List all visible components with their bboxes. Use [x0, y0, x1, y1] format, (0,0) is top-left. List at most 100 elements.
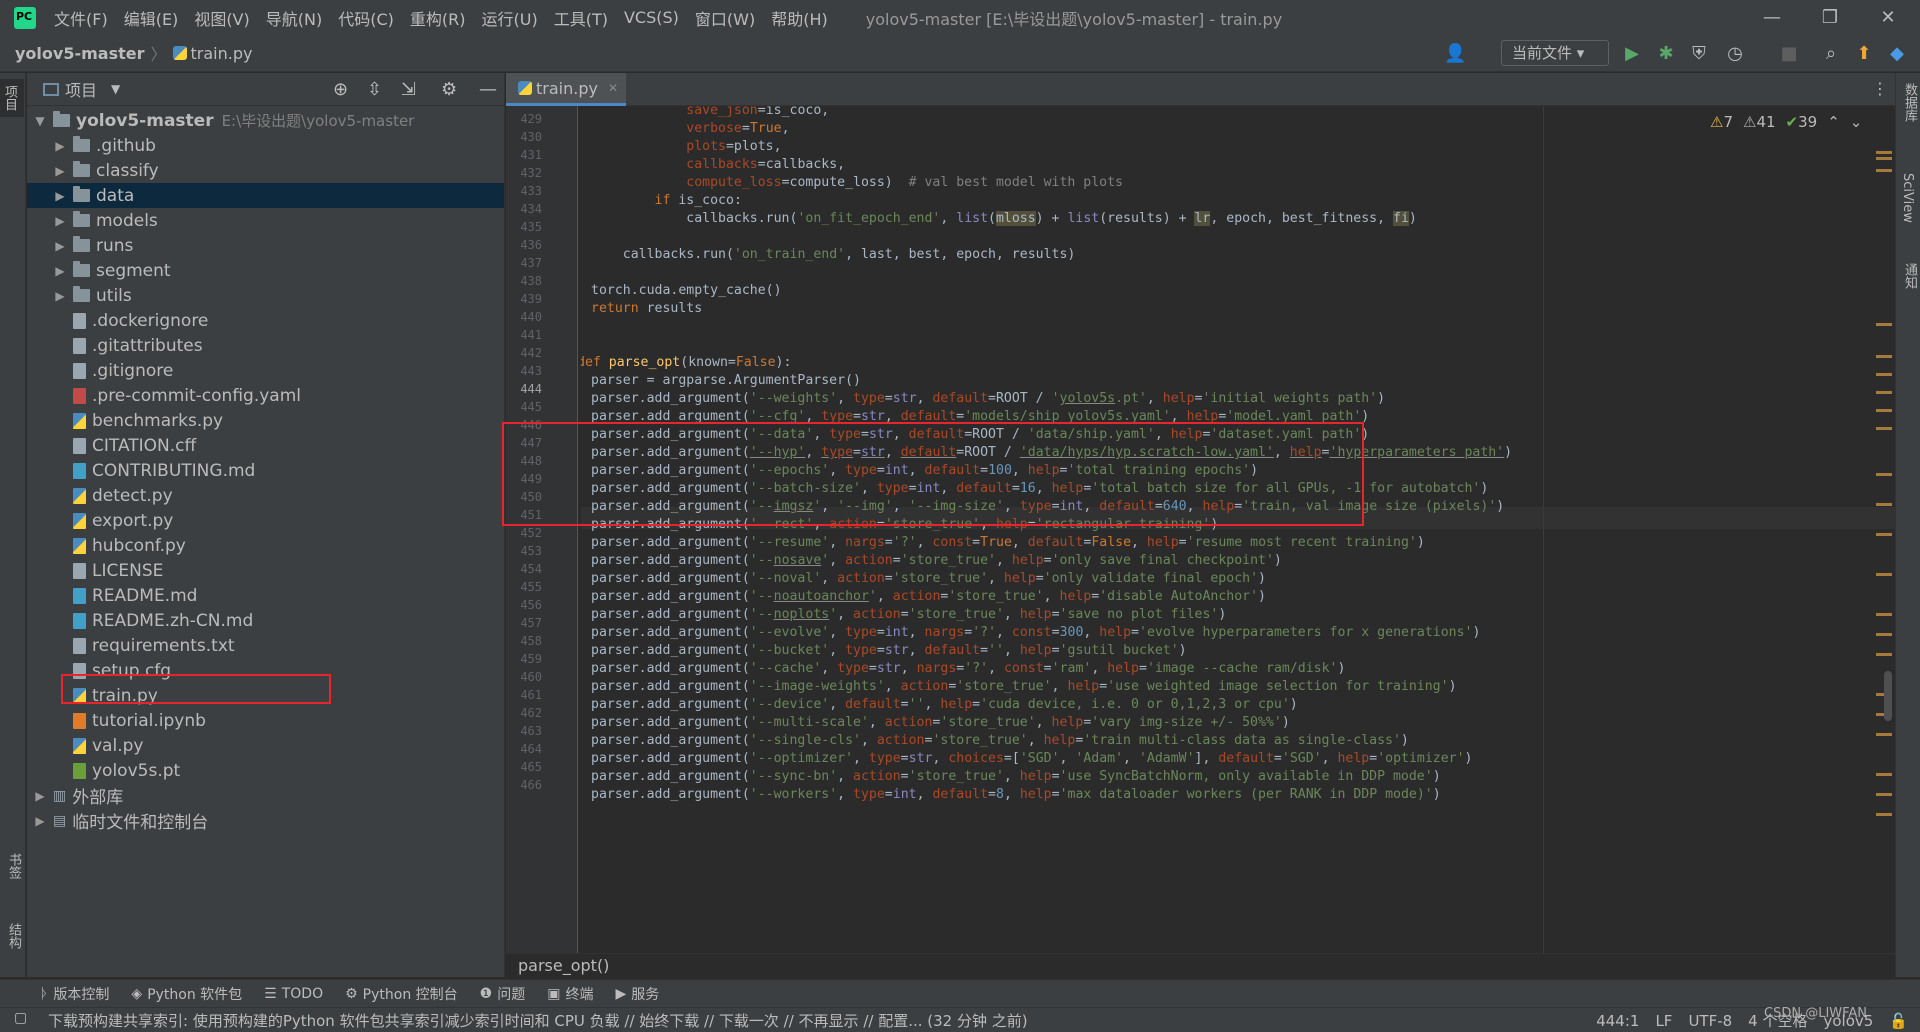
- stop-icon[interactable]: ■: [1778, 43, 1800, 65]
- tree-item[interactable]: ▶ runs: [27, 233, 504, 258]
- chevron-right-icon[interactable]: ▶: [53, 164, 67, 178]
- tree-item[interactable]: ▶ models: [27, 208, 504, 233]
- tool-window-problems[interactable]: ❶ 问题: [480, 984, 526, 1004]
- gear-icon[interactable]: ⚙: [441, 79, 457, 100]
- tab-train-py[interactable]: train.py ✕: [506, 73, 626, 106]
- maximize-button[interactable]: ❐: [1802, 0, 1858, 35]
- structure-tool-button[interactable]: 结构: [4, 923, 23, 949]
- tool-window-terminal[interactable]: ▣ 终端: [547, 984, 593, 1004]
- tree-item[interactable]: .dockerignore: [27, 308, 504, 333]
- menu-refactor[interactable]: 重构(R): [410, 6, 466, 30]
- expand-all-icon[interactable]: ⇳: [367, 79, 382, 100]
- collapse-all-icon[interactable]: ⇲: [401, 79, 416, 100]
- menu-view[interactable]: 视图(V): [194, 6, 249, 30]
- file-encoding[interactable]: UTF-8: [1688, 1012, 1732, 1030]
- more-vertical-icon[interactable]: ⋮: [1872, 79, 1888, 98]
- chevron-down-icon[interactable]: ▼: [111, 82, 120, 96]
- vertical-scrollbar-thumb[interactable]: [1884, 671, 1892, 721]
- debug-icon[interactable]: ✱: [1655, 43, 1677, 65]
- status-message[interactable]: 下载预构建共享索引: 使用预构建的Python 软件包共享索引减少索引时间和 C…: [48, 1010, 1088, 1031]
- menu-vcs[interactable]: VCS(S): [624, 8, 679, 27]
- chevron-down-icon[interactable]: ⌄: [1850, 113, 1863, 131]
- menu-file[interactable]: 文件(F): [54, 6, 108, 30]
- toggle-tool-windows-icon[interactable]: ▢: [14, 1010, 27, 1026]
- tree-item[interactable]: requirements.txt: [27, 633, 504, 658]
- tool-window-todo[interactable]: ☰ TODO: [264, 986, 323, 1002]
- chevron-right-icon[interactable]: ▶: [53, 239, 67, 253]
- tree-item[interactable]: .gitattributes: [27, 333, 504, 358]
- inspection-widget[interactable]: ⚠7 ⚠41 ✔39 ⌃ ⌄: [1710, 113, 1862, 131]
- warnings-count[interactable]: ⚠7: [1710, 113, 1733, 131]
- tree-item[interactable]: benchmarks.py: [27, 408, 504, 433]
- notifications-tool-button[interactable]: 通知: [1900, 263, 1919, 289]
- chevron-up-icon[interactable]: ⌃: [1827, 113, 1840, 131]
- tree-scratches[interactable]: ▶ ▤ 临时文件和控制台: [27, 808, 504, 834]
- weak-warnings-count[interactable]: ⚠41: [1743, 113, 1776, 131]
- locate-file-icon[interactable]: ⊕: [333, 79, 348, 100]
- tree-item[interactable]: CONTRIBUTING.md: [27, 458, 504, 483]
- caret-position[interactable]: 444:1: [1596, 1012, 1639, 1030]
- coverage-icon[interactable]: ⛨: [1688, 43, 1710, 65]
- tree-item[interactable]: detect.py: [27, 483, 504, 508]
- search-icon[interactable]: ⌕: [1820, 43, 1842, 65]
- menu-help[interactable]: 帮助(H): [771, 6, 828, 30]
- tool-window-python-packages[interactable]: ◈ Python 软件包: [131, 984, 242, 1004]
- tree-item[interactable]: CITATION.cff: [27, 433, 504, 458]
- run-icon[interactable]: ▶: [1621, 43, 1643, 65]
- tree-item[interactable]: export.py: [27, 508, 504, 533]
- editor-breadcrumb[interactable]: parse_opt(): [506, 953, 1895, 979]
- line-separator[interactable]: LF: [1655, 1012, 1672, 1030]
- menu-tools[interactable]: 工具(T): [554, 6, 608, 30]
- profile-icon[interactable]: ◷: [1724, 43, 1746, 65]
- code-area[interactable]: save_json=is_coco, verbose=True, plots=p…: [581, 106, 1881, 954]
- run-configuration-select[interactable]: 当前文件 ▾: [1501, 40, 1609, 66]
- tree-item[interactable]: ▶ classify: [27, 158, 504, 183]
- tree-item[interactable]: hubconf.py: [27, 533, 504, 558]
- tree-item[interactable]: README.md: [27, 583, 504, 608]
- tree-item[interactable]: val.py: [27, 733, 504, 758]
- hide-panel-icon[interactable]: —: [479, 79, 497, 100]
- project-panel-title[interactable]: 项目: [65, 77, 97, 101]
- menu-edit[interactable]: 编辑(E): [124, 6, 179, 30]
- menu-window[interactable]: 窗口(W): [695, 6, 755, 30]
- project-tool-button[interactable]: 项目: [0, 79, 24, 117]
- tool-window-vcs[interactable]: ᚦ 版本控制: [40, 984, 109, 1004]
- chevron-right-icon[interactable]: ▶: [53, 139, 67, 153]
- chevron-right-icon[interactable]: ▶: [53, 289, 67, 303]
- menu-code[interactable]: 代码(C): [338, 6, 394, 30]
- close-button[interactable]: ✕: [1860, 0, 1916, 35]
- bookmarks-tool-button[interactable]: 书签: [4, 853, 23, 879]
- jetbrains-icon[interactable]: ◆: [1886, 43, 1908, 65]
- chevron-down-icon[interactable]: ▼: [33, 114, 47, 128]
- tree-item[interactable]: tutorial.ipynb: [27, 708, 504, 733]
- update-icon[interactable]: ⬆: [1853, 43, 1875, 65]
- close-icon[interactable]: ✕: [608, 81, 618, 95]
- chevron-right-icon[interactable]: ▶: [53, 214, 67, 228]
- tool-window-services[interactable]: ▶ 服务: [615, 984, 659, 1004]
- user-icon[interactable]: 👤: [1444, 43, 1466, 65]
- lock-icon[interactable]: 🔓: [1889, 1012, 1908, 1030]
- tree-root[interactable]: ▼ yolov5-master E:\毕设出题\yolov5-master: [27, 108, 504, 133]
- chevron-right-icon[interactable]: ▶: [53, 264, 67, 278]
- menu-run[interactable]: 运行(U): [482, 6, 538, 30]
- typos-count[interactable]: ✔39: [1786, 113, 1818, 131]
- chevron-right-icon[interactable]: ▶: [33, 789, 47, 803]
- tree-item[interactable]: yolov5s.pt: [27, 758, 504, 783]
- minimize-button[interactable]: —: [1744, 0, 1800, 35]
- tree-item[interactable]: LICENSE: [27, 558, 504, 583]
- breadcrumb-file[interactable]: train.py: [172, 44, 252, 63]
- tool-window-python-console[interactable]: ⚙ Python 控制台: [345, 984, 458, 1004]
- tree-item[interactable]: ▶ segment: [27, 258, 504, 283]
- sciview-tool-button[interactable]: SciView: [1900, 173, 1915, 223]
- database-tool-button[interactable]: 数据库: [1900, 83, 1919, 122]
- tree-item[interactable]: ▶ .github: [27, 133, 504, 158]
- tree-item[interactable]: .gitignore: [27, 358, 504, 383]
- menu-navigate[interactable]: 导航(N): [266, 6, 322, 30]
- tree-item[interactable]: README.zh-CN.md: [27, 608, 504, 633]
- tree-external-libraries[interactable]: ▶ ▥ 外部库: [27, 783, 504, 809]
- tree-item[interactable]: ▶ data: [27, 183, 504, 208]
- tree-item[interactable]: ▶ utils: [27, 283, 504, 308]
- tree-item[interactable]: .pre-commit-config.yaml: [27, 383, 504, 408]
- breadcrumb-project[interactable]: yolov5-master: [15, 44, 144, 63]
- chevron-right-icon[interactable]: ▶: [53, 189, 67, 203]
